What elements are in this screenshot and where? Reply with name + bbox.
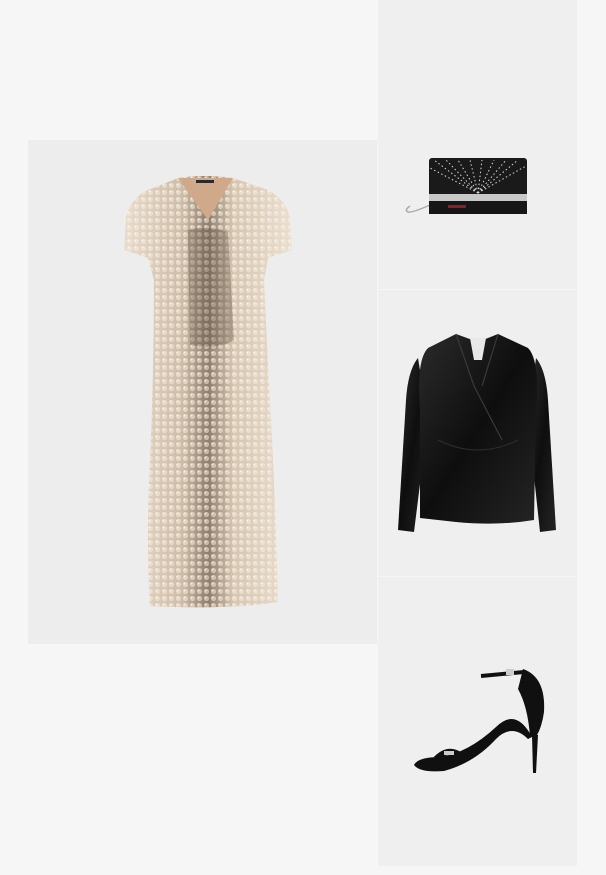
- velvet-blazer-illustration: [398, 333, 556, 532]
- strappy-heels-illustration: [414, 669, 545, 773]
- heels-product-image[interactable]: [378, 577, 577, 866]
- clutch-trim: [429, 194, 527, 201]
- heels-ankle-strap: [480, 670, 525, 678]
- clutch-product-image[interactable]: [378, 0, 577, 289]
- clutch-chain: [405, 204, 431, 213]
- dress-product-image[interactable]: [28, 140, 377, 644]
- heels-buckle: [506, 669, 514, 675]
- heels-stiletto: [532, 735, 538, 773]
- heels-sole: [414, 719, 532, 772]
- blazer-body: [419, 334, 537, 524]
- blazer-product-image[interactable]: [378, 290, 577, 576]
- outfit-collage: { "collage": { "background": "#f6f6f6", …: [0, 0, 606, 875]
- sequin-dress-illustration: [124, 176, 292, 608]
- clutch-bag-illustration: [405, 158, 527, 214]
